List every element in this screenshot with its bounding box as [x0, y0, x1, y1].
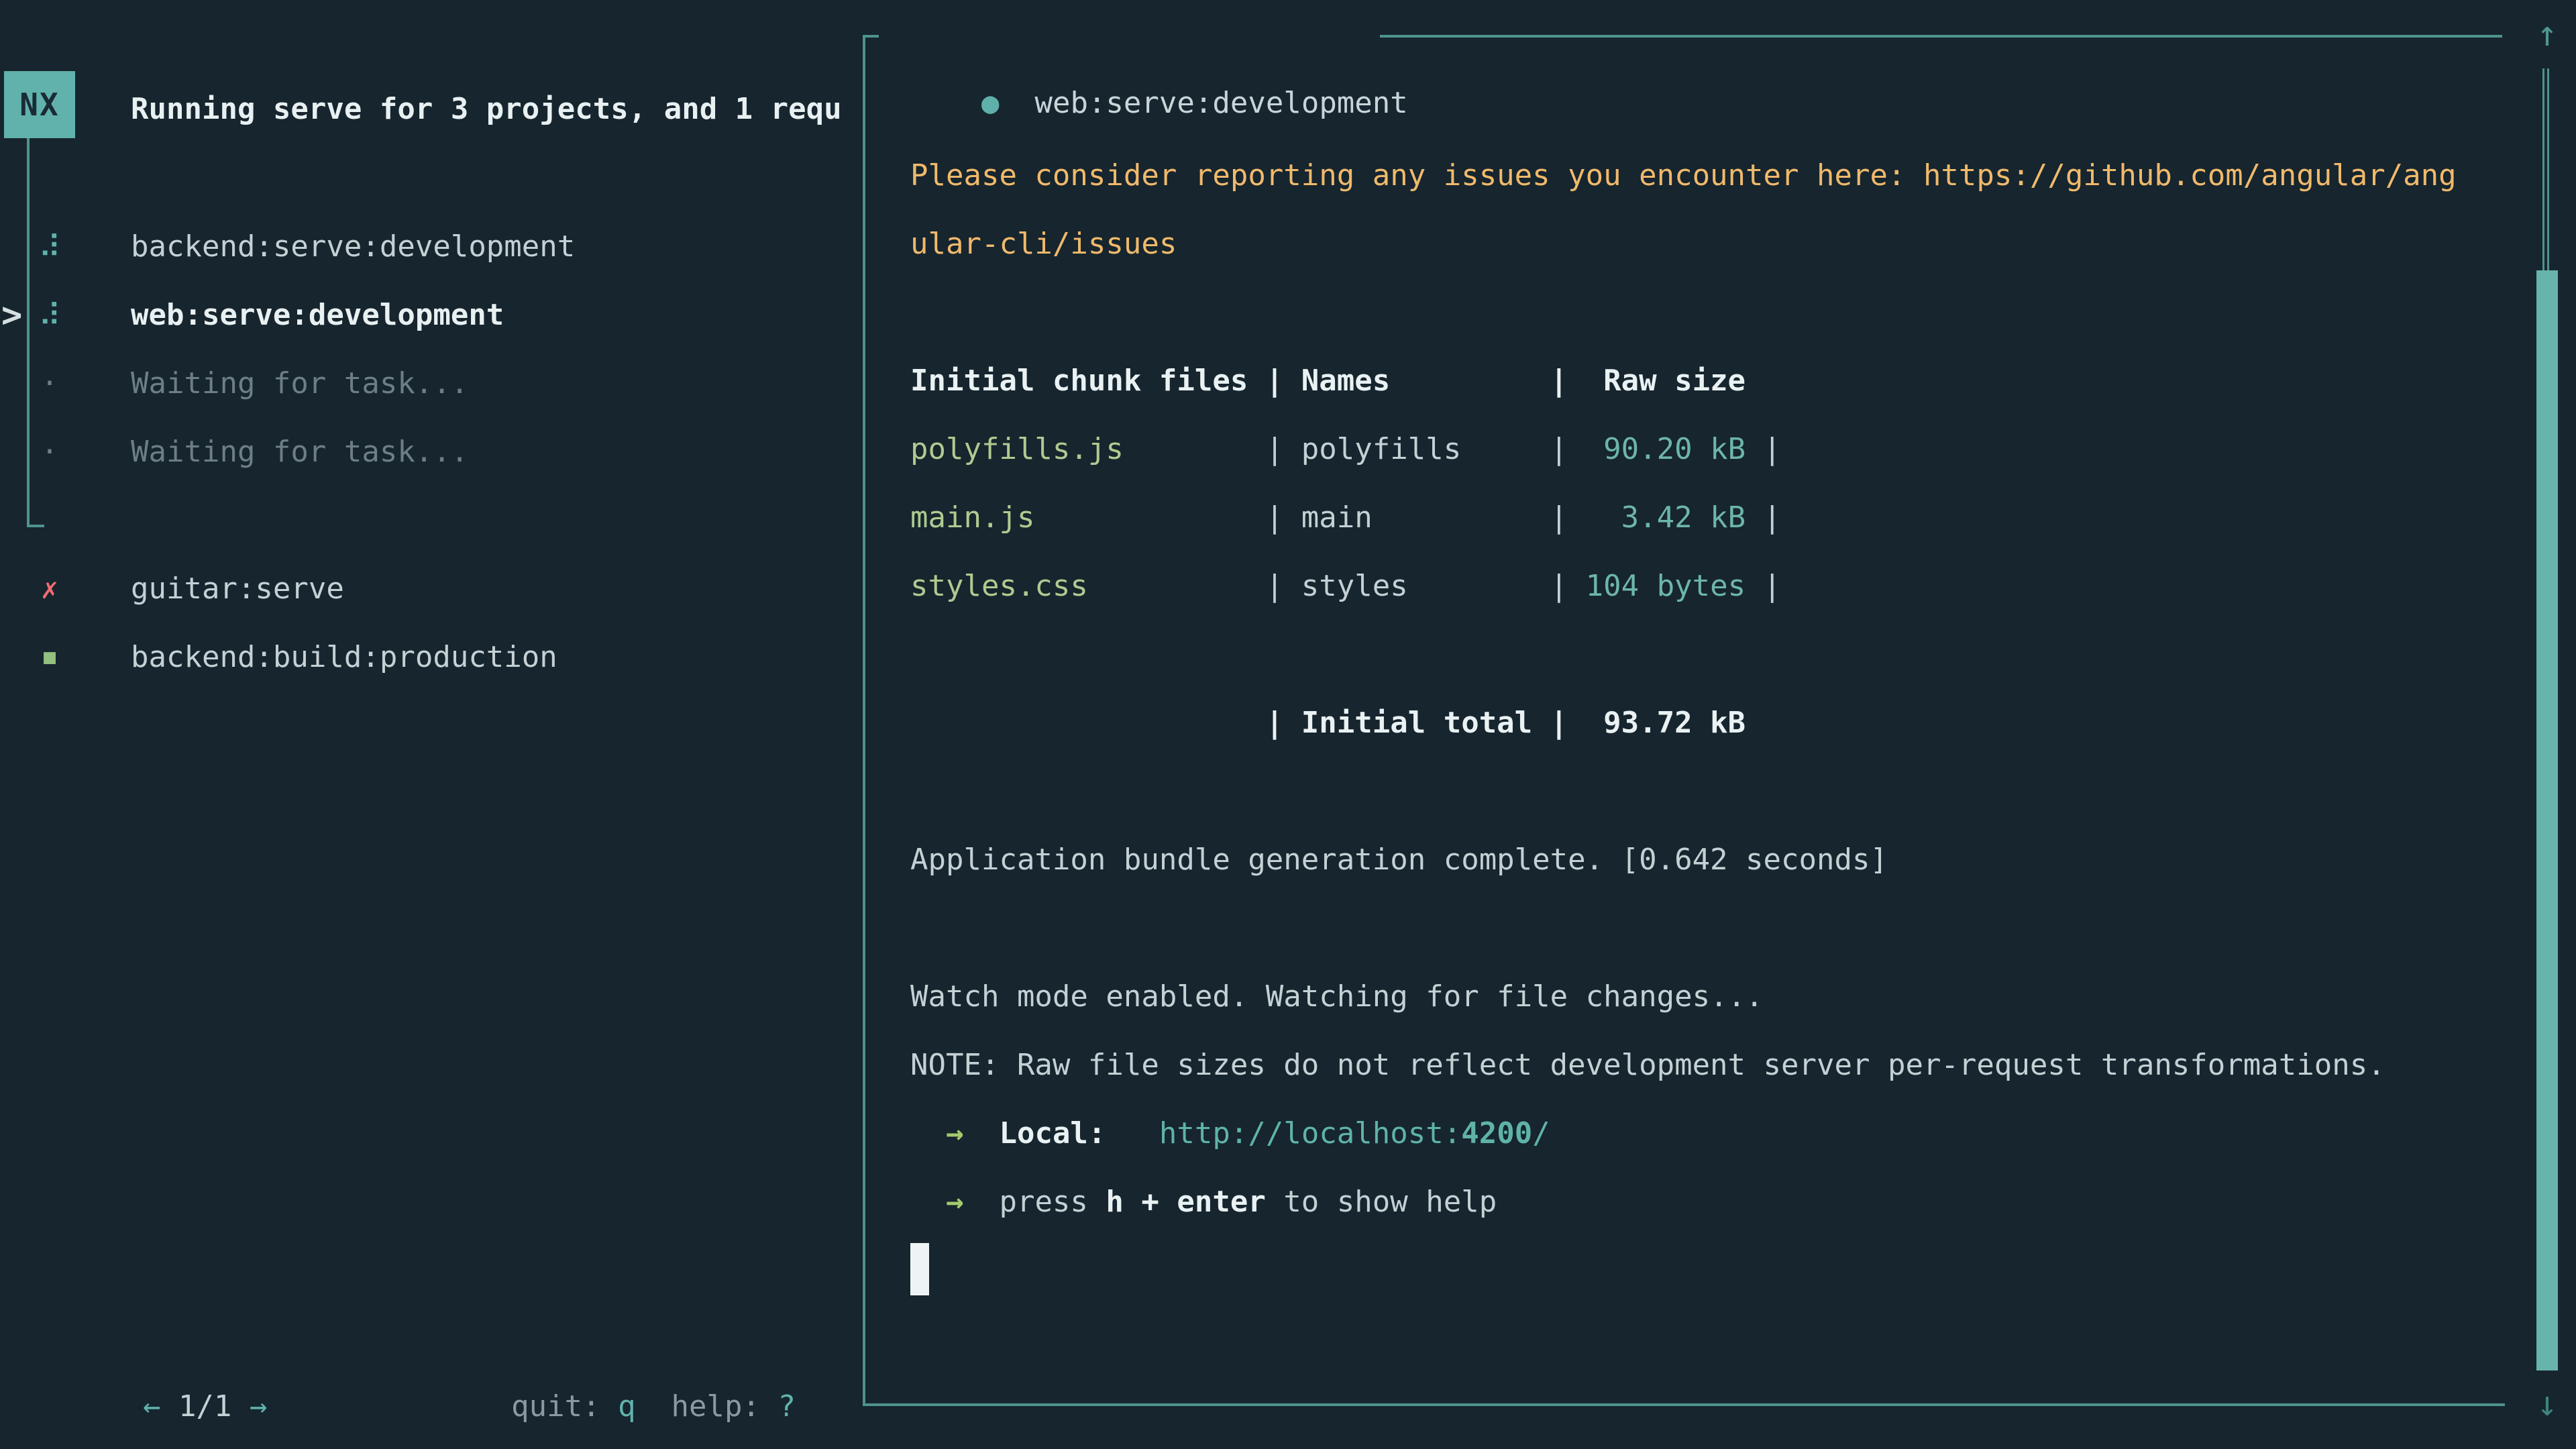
log-line: styles.css | styles | 104 bytes | [910, 552, 2457, 621]
log-text: | polyfills | [1124, 432, 1568, 466]
page-prev-arrow-icon[interactable]: ← [143, 1389, 161, 1424]
local-url-link[interactable]: http://localhost: [1159, 1116, 1461, 1150]
terminal-cursor [910, 1243, 929, 1295]
log-text [1106, 1116, 1159, 1150]
local-url-link[interactable]: 4200 [1461, 1116, 1532, 1150]
log-line [910, 1236, 2457, 1305]
task-label: backend:build:production [131, 623, 557, 692]
task-status-running-icon: ⠼ [34, 213, 66, 281]
log-text: Watch mode enabled. Watching for file ch… [910, 979, 1764, 1014]
task-status-success-icon: ■ [34, 623, 66, 692]
quit-hint-label: quit: [511, 1389, 618, 1424]
log-line: main.js | main | 3.42 kB | [910, 484, 2457, 552]
task-list-spacer [0, 486, 863, 555]
log-text: h + enter [1106, 1185, 1265, 1219]
scroll-down-arrow-icon[interactable]: ↓ [2524, 1370, 2570, 1438]
log-text: styles.css [910, 569, 1088, 603]
log-line: ular-cli/issues [910, 210, 2457, 278]
task-row[interactable]: · Waiting for task... [0, 418, 863, 486]
panel-border-bottom [863, 1403, 2505, 1406]
log-text: Local: [999, 1116, 1106, 1150]
log-line [910, 73, 2457, 142]
log-line: Application bundle generation complete. … [910, 826, 2457, 894]
log-text: | [1746, 500, 1781, 535]
nx-logo: NX [4, 71, 75, 138]
log-text: NOTE: Raw file sizes do not reflect deve… [910, 1048, 2385, 1082]
page-next-arrow-icon[interactable]: → [250, 1389, 268, 1424]
log-text: → [946, 1185, 964, 1219]
log-text: | [1746, 569, 1781, 603]
run-summary-title: Running serve for 3 projects, and 1 requ [131, 75, 859, 144]
log-text: Initial chunk files | Names | Raw size [910, 364, 1746, 398]
task-status-failed-icon: ✗ [34, 555, 66, 623]
log-text: | [1746, 432, 1781, 466]
log-text: polyfills.js [910, 432, 1124, 466]
log-output: Please consider reporting any issues you… [910, 73, 2457, 1305]
task-row[interactable]: · Waiting for task... [0, 350, 863, 418]
task-row[interactable]: ⠼ backend:serve:development [0, 213, 863, 281]
log-line [910, 278, 2457, 347]
log-line: → Local: http://localhost:4200/ [910, 1099, 2457, 1168]
log-line: Please consider reporting any issues you… [910, 142, 2457, 210]
page-indicator: ← 1/1 → [36, 1304, 267, 1373]
log-text: press [963, 1185, 1106, 1219]
log-line: Initial chunk files | Names | Raw size [910, 347, 2457, 415]
help-hint-label: help: [636, 1389, 778, 1424]
log-text: | styles | [1088, 569, 1568, 603]
selected-task-arrow-icon: > [1, 281, 31, 350]
log-text [910, 1116, 946, 1150]
log-text [963, 1116, 999, 1150]
log-text: to show help [1266, 1185, 1497, 1219]
page-count: 1/1 [160, 1389, 249, 1424]
panel-title: ●web:serve:development [910, 1, 1408, 69]
log-line: NOTE: Raw file sizes do not reflect deve… [910, 1031, 2457, 1099]
panel-border-top [1380, 35, 2502, 38]
log-text: main.js [910, 500, 1034, 535]
quit-key: q [618, 1389, 636, 1424]
log-line: polyfills.js | polyfills | 90.20 kB | [910, 415, 2457, 484]
scrollbar-track[interactable] [2542, 68, 2549, 270]
log-text: Please consider reporting any issues you… [910, 158, 2457, 193]
log-text: | main | [1034, 500, 1568, 535]
log-line: → press h + enter to show help [910, 1168, 2457, 1236]
task-row[interactable]: ✗ guitar:serve [0, 555, 863, 623]
log-line [910, 894, 2457, 963]
task-row[interactable]: >⠼ web:serve:development [0, 281, 863, 350]
task-label: web:serve:development [131, 281, 504, 350]
log-line: Watch mode enabled. Watching for file ch… [910, 963, 2457, 1031]
task-label: Waiting for task... [131, 350, 468, 418]
scrollbar-thumb[interactable] [2536, 270, 2558, 1371]
scroll-up-arrow-icon[interactable]: ↑ [2524, 0, 2570, 68]
log-line: | Initial total | 93.72 kB [910, 689, 2457, 757]
task-row[interactable]: ■ backend:build:production [0, 623, 863, 692]
panel-border-top [863, 35, 879, 38]
log-text: 3.42 kB [1568, 500, 1746, 535]
task-sidebar: NX Running serve for 3 projects, and 1 r… [0, 0, 863, 1449]
task-status-waiting-icon: · [34, 350, 66, 418]
log-line [910, 621, 2457, 689]
local-url-link[interactable]: / [1532, 1116, 1550, 1150]
help-key: ? [778, 1389, 796, 1424]
task-list: ⠼ backend:serve:development >⠼ web:serve:de… [0, 213, 863, 692]
task-status-waiting-icon: · [34, 418, 66, 486]
task-status-running-icon: ⠼ [34, 281, 66, 350]
log-line [910, 757, 2457, 826]
log-text: Application bundle generation complete. … [910, 843, 1888, 877]
panel-border-left [863, 35, 865, 1406]
task-label: guitar:serve [131, 555, 344, 623]
log-text: ular-cli/issues [910, 227, 1177, 261]
log-text: 104 bytes [1568, 569, 1746, 603]
log-text [910, 1185, 946, 1219]
task-label: backend:serve:development [131, 213, 575, 281]
keyboard-hints: quit: q help: ? [405, 1304, 796, 1373]
log-text: → [946, 1116, 964, 1150]
task-label: Waiting for task... [131, 418, 468, 486]
log-text: | Initial total | 93.72 kB [910, 706, 1746, 740]
nx-terminal-ui: NX Running serve for 3 projects, and 1 r… [0, 0, 2576, 1449]
log-text: 90.20 kB [1568, 432, 1746, 466]
